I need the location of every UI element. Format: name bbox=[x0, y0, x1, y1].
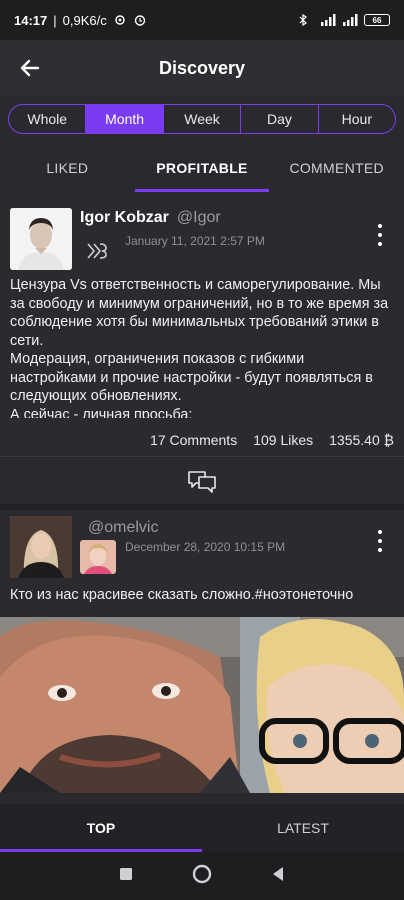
post-header: Igor Kobzar @Igor January 11, 2021 2:57 P… bbox=[0, 200, 404, 272]
arrow-left-icon bbox=[20, 59, 40, 77]
tab-top[interactable]: TOP bbox=[0, 804, 202, 852]
more-options-button[interactable] bbox=[372, 530, 388, 552]
tab-profitable[interactable]: PROFITABLE bbox=[134, 144, 270, 192]
mini-avatar bbox=[80, 540, 116, 574]
circle-icon bbox=[192, 864, 212, 883]
avatar[interactable] bbox=[10, 516, 72, 578]
earnings-amount: 1355.40 ₿ bbox=[329, 432, 394, 448]
author-handle[interactable]: @omelvic bbox=[88, 519, 158, 537]
post-text: Кто из нас красивее сказать сложно.#ноэт… bbox=[10, 587, 354, 603]
signal-4g-icon bbox=[342, 14, 358, 26]
system-nav-bar bbox=[0, 852, 404, 900]
period-week[interactable]: Week bbox=[164, 105, 242, 133]
post-card[interactable]: Igor Kobzar @Igor January 11, 2021 2:57 P… bbox=[0, 200, 404, 510]
post-author[interactable]: Igor Kobzar @Igor bbox=[80, 209, 221, 227]
tab-latest[interactable]: LATEST bbox=[202, 804, 404, 852]
comment-button[interactable] bbox=[0, 456, 404, 504]
recents-button[interactable] bbox=[119, 867, 133, 886]
period-whole[interactable]: Whole bbox=[9, 105, 87, 133]
period-month[interactable]: Month bbox=[86, 105, 164, 133]
post-date: December 28, 2020 10:15 PM bbox=[125, 540, 286, 554]
tab-commented[interactable]: COMMENTED bbox=[269, 144, 404, 192]
period-day[interactable]: Day bbox=[241, 105, 319, 133]
author-handle: @Igor bbox=[176, 209, 221, 226]
status-separator: | bbox=[53, 12, 57, 28]
post-header: @omelvic December 28, 2020 10:15 PM bbox=[0, 510, 404, 578]
post-image[interactable] bbox=[0, 616, 404, 793]
status-time: 14:17 bbox=[14, 12, 48, 28]
settings-status-icon bbox=[113, 14, 127, 26]
author-name: Igor Kobzar bbox=[80, 209, 169, 226]
post-text: Цензура Vs ответственность и саморегулир… bbox=[10, 277, 389, 418]
comments-count[interactable]: 17 Comments bbox=[150, 432, 237, 448]
post-date: January 11, 2021 2:57 PM bbox=[125, 234, 265, 248]
likes-count[interactable]: 109 Likes bbox=[253, 432, 313, 448]
category-tabs: LIKED PROFITABLE COMMENTED bbox=[0, 144, 404, 192]
post-card[interactable]: @omelvic December 28, 2020 10:15 PM Кто … bbox=[0, 510, 404, 793]
battery-level: 66 bbox=[372, 15, 382, 25]
battery-icon: 66 bbox=[364, 14, 390, 26]
comments-icon bbox=[188, 470, 216, 493]
signal-icon bbox=[320, 14, 336, 26]
post-feed[interactable]: Igor Kobzar @Igor January 11, 2021 2:57 P… bbox=[0, 200, 404, 804]
status-speed: 0,9K6/c bbox=[62, 12, 107, 28]
avatar[interactable] bbox=[10, 208, 72, 270]
page-title: Discovery bbox=[158, 57, 246, 78]
bluetooth-icon bbox=[298, 13, 312, 27]
status-bar: 14:17 | 0,9K6/c 66 bbox=[0, 0, 404, 40]
system-back-button[interactable] bbox=[271, 866, 285, 887]
tab-liked[interactable]: LIKED bbox=[0, 144, 135, 192]
period-hour[interactable]: Hour bbox=[319, 105, 395, 133]
back-button[interactable] bbox=[16, 54, 44, 82]
bottom-tabs: TOP LATEST bbox=[0, 804, 404, 852]
home-button[interactable] bbox=[192, 864, 212, 889]
app-bar: Discovery bbox=[0, 40, 404, 96]
square-icon bbox=[120, 867, 133, 880]
period-filter: Whole Month Week Day Hour bbox=[8, 104, 396, 134]
badge-logo-icon bbox=[84, 238, 110, 264]
alarm-icon bbox=[133, 14, 147, 26]
triangle-back-icon bbox=[272, 866, 283, 881]
more-options-button[interactable] bbox=[372, 224, 388, 246]
post-stats: 17 Comments 109 Likes 1355.40 ₿ bbox=[0, 418, 404, 456]
